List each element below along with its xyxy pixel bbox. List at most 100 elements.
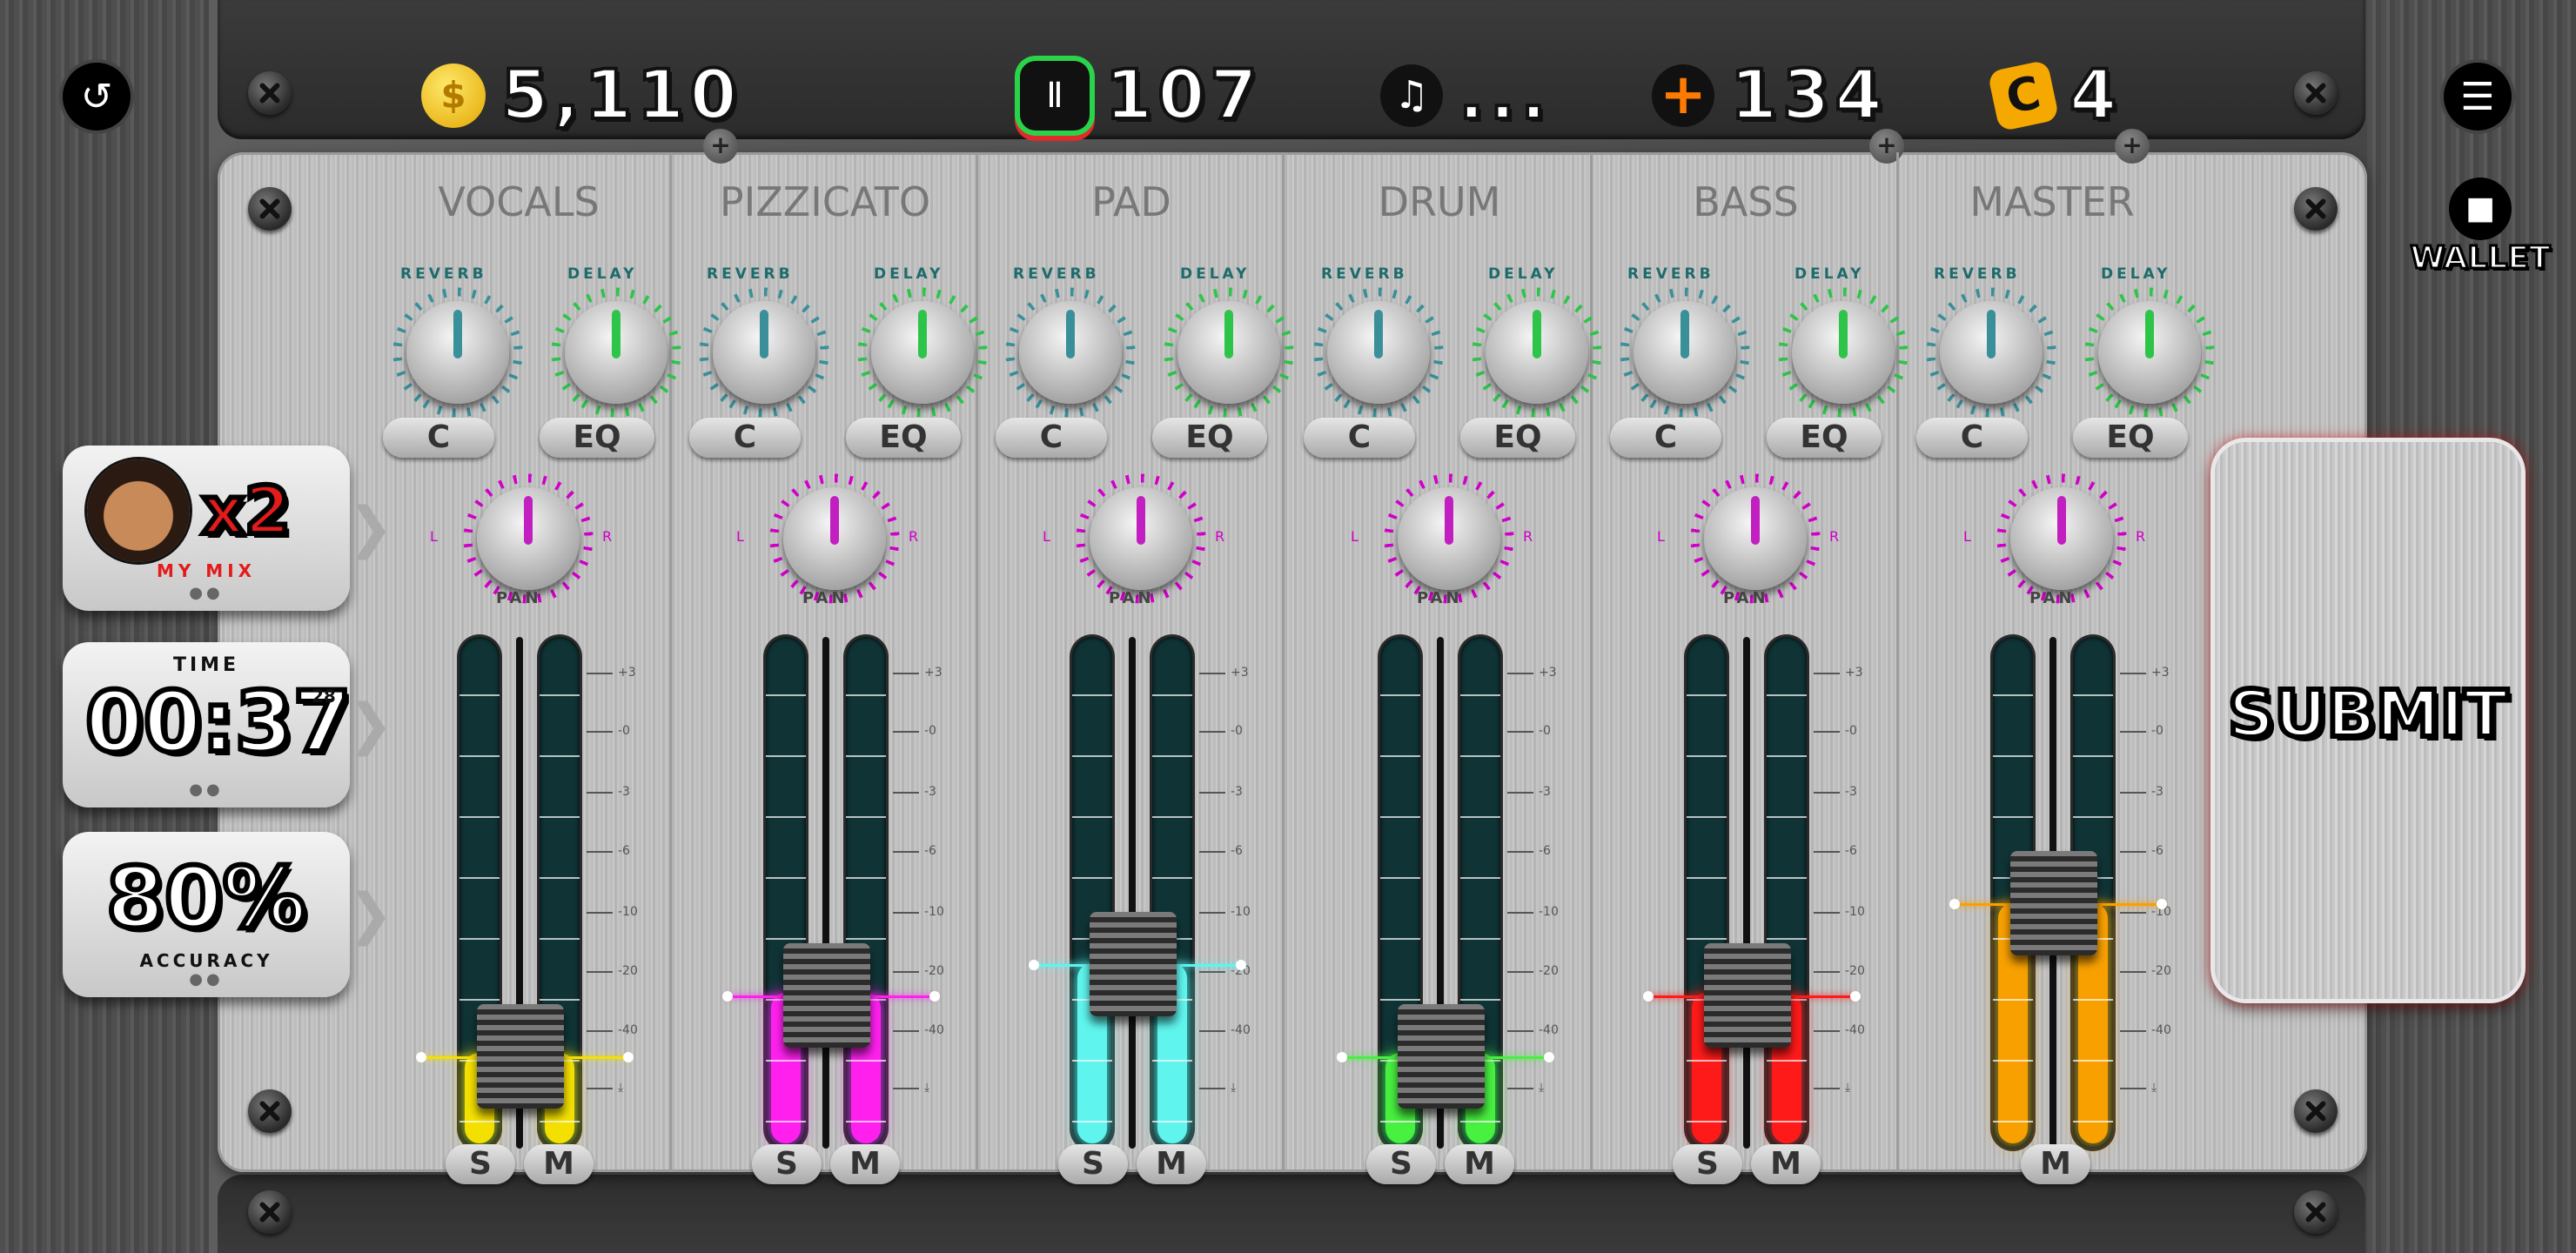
mute-button[interactable]: M (1445, 1144, 1514, 1184)
knob-indicator (1445, 496, 1453, 545)
knob-indicator (1374, 310, 1383, 358)
scale-label: -6 (1231, 844, 1243, 858)
scale-tick (893, 792, 919, 794)
scale-label: +3 (618, 666, 636, 680)
delay-label: DELAY (1180, 265, 1251, 283)
scale-label: -0 (1539, 724, 1551, 738)
eq-button[interactable]: EQ (1460, 418, 1575, 458)
solo-button[interactable]: S (752, 1144, 822, 1184)
eq-button[interactable]: EQ (846, 418, 961, 458)
back-button[interactable]: ↺ (63, 63, 131, 131)
delay-knob[interactable] (1792, 301, 1895, 404)
menu-button[interactable]: ☰ (2444, 63, 2512, 131)
volume-fader[interactable] (1398, 1004, 1485, 1109)
solo-button[interactable]: S (446, 1144, 515, 1184)
scale-tick (1507, 673, 1533, 674)
credit-count: 4 (2068, 55, 2123, 137)
mute-button[interactable]: M (524, 1144, 594, 1184)
pan-left-label: L (1351, 528, 1358, 545)
submit-button[interactable]: SUBMIT (2215, 442, 2521, 999)
scale-label: -20 (924, 964, 944, 978)
right-level-meter (1767, 637, 1807, 1149)
channel-strip-vocals: VOCALS REVERB DELAY C EQ L R PAN +3 -0 -3 -6 -10 -20 -… (366, 152, 681, 1184)
pan-right-label: R (909, 528, 919, 545)
reverb-knob[interactable] (1019, 301, 1122, 404)
knob-indicator (1987, 310, 1996, 358)
health-counter: + 134 (1652, 44, 1888, 148)
compressor-button[interactable]: C (1304, 418, 1415, 458)
my-mix-card[interactable]: x2 MY MIX ●● ❯ (63, 446, 393, 611)
volume-fader[interactable] (2010, 851, 2097, 955)
wallet-button[interactable]: ■ WALLET (2402, 174, 2559, 287)
pan-knob[interactable] (2010, 487, 2113, 590)
delay-label: DELAY (1488, 265, 1559, 283)
compressor-button[interactable]: C (1916, 418, 2028, 458)
scale-label: +3 (1539, 666, 1557, 680)
scale-label: -3 (1231, 785, 1243, 799)
pan-right-label: R (1829, 528, 1840, 545)
screw (248, 71, 292, 115)
scale-tick (2120, 731, 2146, 733)
scale-tick (2120, 912, 2146, 914)
delay-knob[interactable] (1486, 301, 1588, 404)
scale-tick (1507, 851, 1533, 853)
delay-knob[interactable] (871, 301, 974, 404)
song-name: ... (1457, 55, 1552, 137)
eq-button[interactable]: EQ (540, 418, 654, 458)
pan-knob[interactable] (1090, 487, 1192, 590)
mute-button[interactable]: M (1751, 1144, 1821, 1184)
delay-label: DELAY (874, 265, 944, 283)
solo-button[interactable]: S (1673, 1144, 1742, 1184)
bottom-bar (218, 1175, 2365, 1253)
scale-label: -20 (1845, 964, 1865, 978)
volume-fader[interactable] (477, 1004, 564, 1109)
channel-strip-bass: BASS REVERB DELAY C EQ L R PAN +3 -0 -3 -6 -10 -20 -40… (1593, 152, 1909, 1184)
solo-button[interactable]: S (1366, 1144, 1436, 1184)
mute-button[interactable]: M (2021, 1144, 2090, 1184)
coin-count: 5,110 (500, 55, 742, 137)
scale-tick (2120, 971, 2146, 973)
pan-right-label: R (1523, 528, 1533, 545)
wallet-label: WALLET (2409, 239, 2552, 278)
scale-label: ⤓ (1539, 1081, 1545, 1095)
scale-label: +3 (1231, 666, 1249, 680)
delay-knob[interactable] (2098, 301, 2201, 404)
eq-button[interactable]: EQ (1152, 418, 1267, 458)
reverb-knob[interactable] (1633, 301, 1736, 404)
solo-button[interactable]: S (1058, 1144, 1128, 1184)
reverb-knob[interactable] (1327, 301, 1430, 404)
compressor-button[interactable]: C (996, 418, 1107, 458)
compressor-button[interactable]: C (1610, 418, 1721, 458)
screw (2294, 1089, 2338, 1133)
knob-indicator (1680, 310, 1689, 358)
pan-knob[interactable] (1398, 487, 1500, 590)
scale-tick (2120, 1088, 2146, 1089)
delay-knob[interactable] (1177, 301, 1280, 404)
pan-knob[interactable] (477, 487, 580, 590)
scale-tick (1814, 971, 1840, 973)
volume-fader[interactable] (783, 943, 870, 1048)
pan-knob[interactable] (783, 487, 886, 590)
time-card: TIME 00:37 28 ●● ❯ (63, 642, 393, 807)
scale-tick (893, 971, 919, 973)
mute-button[interactable]: M (830, 1144, 900, 1184)
volume-fader[interactable] (1704, 943, 1791, 1048)
mute-button[interactable]: M (1137, 1144, 1206, 1184)
delay-knob[interactable] (565, 301, 667, 404)
eq-button[interactable]: EQ (1767, 418, 1882, 458)
scale-label: -20 (1539, 964, 1559, 978)
reverb-knob[interactable] (1940, 301, 2043, 404)
pan-knob[interactable] (1704, 487, 1807, 590)
scale-tick (1199, 792, 1225, 794)
scale-label: -20 (2151, 964, 2171, 978)
compressor-button[interactable]: C (689, 418, 801, 458)
compressor-button[interactable]: C (383, 418, 494, 458)
reverb-knob[interactable] (406, 301, 509, 404)
scale-label: -10 (618, 905, 638, 919)
volume-fader[interactable] (1090, 912, 1177, 1016)
scale-tick (1507, 912, 1533, 914)
reverb-knob[interactable] (713, 301, 815, 404)
scale-tick (1507, 971, 1533, 973)
credit-icon: C (1987, 59, 2060, 132)
eq-button[interactable]: EQ (2073, 418, 2188, 458)
